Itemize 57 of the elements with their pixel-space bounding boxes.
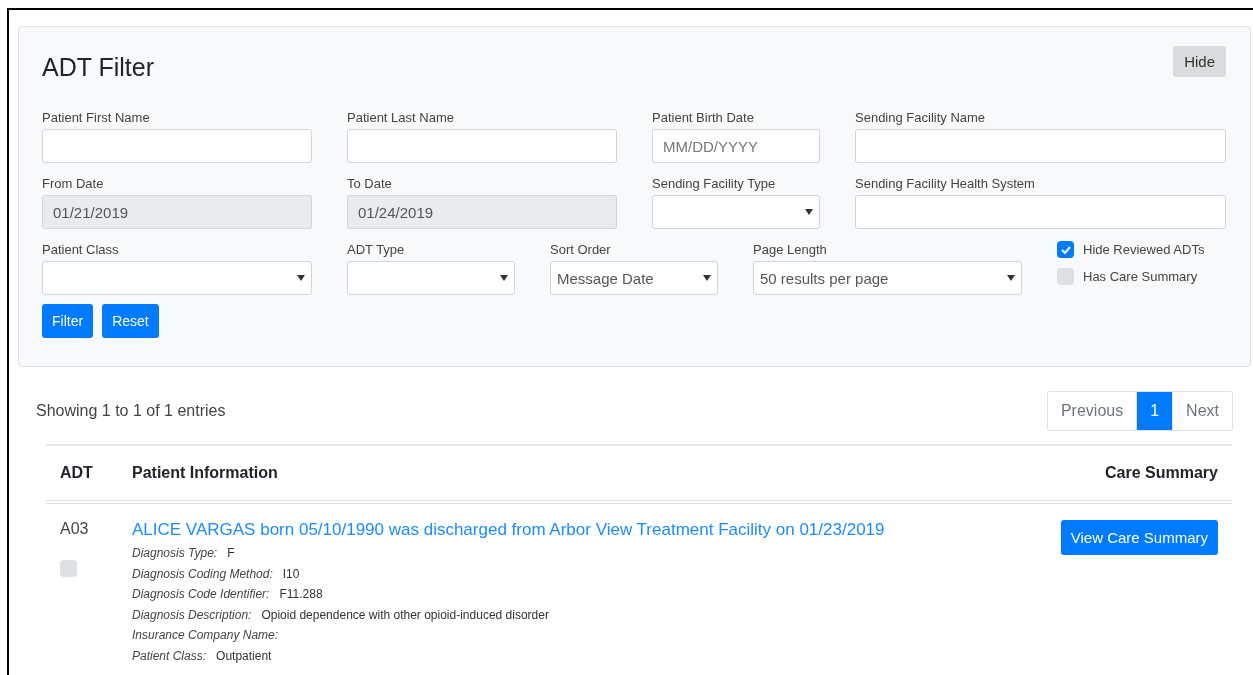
filter-button[interactable]: Filter: [42, 304, 94, 338]
caret-icon: [805, 209, 813, 215]
field-label: Patient Class: [42, 241, 120, 259]
column-header: Care Summary: [1018, 444, 1232, 504]
page-link[interactable]: 1: [1136, 392, 1173, 430]
detail-label: Insurance Company Name:: [132, 628, 279, 642]
detail-value: Opioid dependence with other opioid-induced disorder: [261, 607, 549, 622]
hide-button[interactable]: Hide: [1173, 46, 1226, 77]
column-header: Patient Information: [118, 444, 1019, 504]
field-label: Sending Facility Health System: [855, 175, 1036, 193]
caret-icon: [703, 275, 711, 281]
detail-value: F11.288: [279, 587, 323, 601]
checkbox[interactable]: [60, 560, 77, 577]
field-label: Patient Birth Date: [652, 109, 755, 127]
detail-value: I10: [282, 566, 300, 581]
detail-label: Diagnosis Coding Method:: [132, 566, 273, 581]
field-label: Page Length: [753, 241, 828, 259]
input-field[interactable]: [855, 195, 1226, 229]
entries-summary: Showing 1 to 1 of 1 entries: [36, 402, 226, 420]
detail-value: Outpatient: [216, 648, 272, 663]
reset-button[interactable]: Reset: [102, 304, 159, 338]
dropdown[interactable]: 50 results per page: [753, 261, 1022, 295]
adt-code: A03: [60, 520, 90, 538]
input-field[interactable]: MM/DD/YYYY: [652, 129, 820, 163]
field-label: Patient First Name: [42, 109, 151, 127]
checkbox[interactable]: [1057, 241, 1074, 258]
detail-label: Diagnosis Type:: [132, 546, 218, 560]
page-link[interactable]: Next: [1172, 392, 1232, 430]
detail-label: Patient Class:: [132, 648, 207, 663]
caret-icon: [500, 275, 508, 281]
detail-label: Diagnosis Description:: [132, 607, 252, 622]
dropdown[interactable]: [42, 261, 312, 295]
checkbox-label: Has Care Summary: [1083, 269, 1198, 284]
dropdown[interactable]: [347, 261, 515, 295]
patient-link[interactable]: ALICE VARGAS born 05/10/1990 was discharged from Arbor View Treatment Facility on 01/23/2019: [132, 520, 1005, 540]
field-label: From Date: [42, 175, 105, 193]
field-label: To Date: [347, 175, 393, 193]
input-field[interactable]: [42, 129, 312, 163]
field-label: Sending Facility Type: [652, 175, 777, 193]
input-field[interactable]: [855, 129, 1226, 163]
caret-icon: [297, 275, 305, 281]
panel-title: ADT Filter: [42, 53, 155, 82]
detail-value: F: [227, 546, 235, 560]
field-label: Sort Order: [550, 241, 612, 259]
detail-label: Diagnosis Code Identifier:: [132, 587, 270, 601]
caret-icon: [1007, 275, 1015, 281]
field-label: ADT Type: [347, 241, 406, 259]
column-header: ADT: [46, 444, 118, 504]
checkbox-label: Hide Reviewed ADTs: [1083, 242, 1205, 257]
dropdown[interactable]: [652, 195, 820, 229]
dropdown[interactable]: Message Date: [550, 261, 718, 295]
check-icon: [1060, 245, 1071, 254]
input-field[interactable]: [347, 129, 617, 163]
checkbox[interactable]: [1057, 268, 1074, 285]
field-label: Sending Facility Name: [855, 109, 987, 127]
field-label: Patient Last Name: [347, 109, 455, 127]
view-care-summary-button[interactable]: View Care Summary: [1060, 520, 1218, 555]
